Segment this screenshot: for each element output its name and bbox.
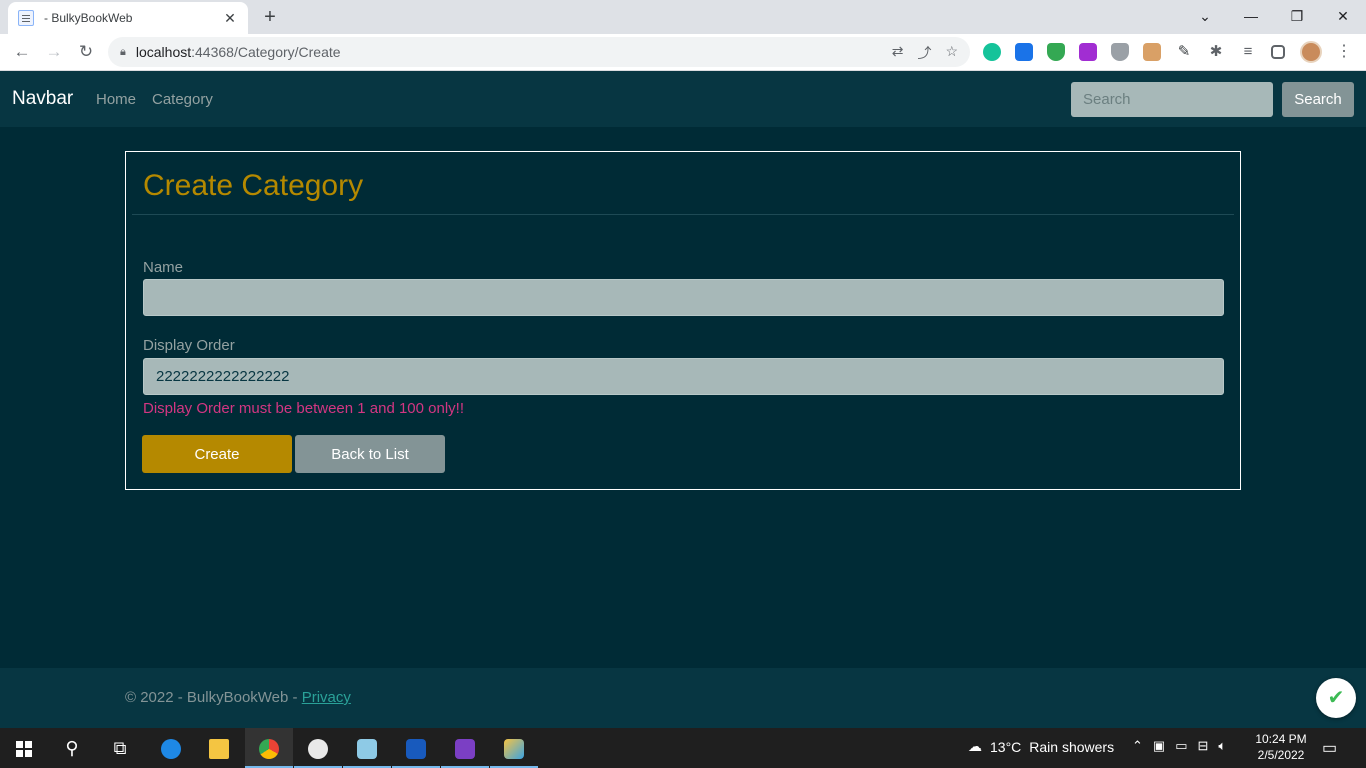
profile-avatar[interactable] xyxy=(1300,41,1322,63)
bookmark-star-icon[interactable]: ☆ xyxy=(945,43,958,63)
snipping-tool-icon[interactable] xyxy=(490,728,538,768)
weather-description: Rain showers xyxy=(1029,738,1115,755)
maximize-button[interactable]: ❐ xyxy=(1274,0,1320,34)
share-icon[interactable]: ⤴ xyxy=(917,43,931,63)
windows-taskbar: ⚲ ⧉ ☁ 13°C Rain showers ⌃ ▣ ▭ ⊟ 🔈︎ 10:24… xyxy=(0,728,1366,768)
footer-text: © 2022 - BulkyBookWeb - Privacy xyxy=(125,689,351,706)
site-footer: © 2022 - BulkyBookWeb - Privacy xyxy=(0,668,1366,728)
address-bar[interactable]: 🔒︎ localhost:44368/Category/Create ⇄ ⤴ ☆ xyxy=(108,37,970,67)
security-shield-icon[interactable]: ✔ xyxy=(1316,678,1356,718)
site-navbar: Navbar Home Category Search xyxy=(0,71,1366,127)
notes-app-icon[interactable] xyxy=(343,728,391,768)
edge-browser-icon[interactable] xyxy=(147,728,195,768)
browser-toolbar: ← → ↻ 🔒︎ localhost:44368/Category/Create… xyxy=(0,34,1366,71)
extensions-puzzle-icon[interactable]: ✱ xyxy=(1207,43,1225,61)
name-label: Name xyxy=(143,259,184,276)
navbar-brand[interactable]: Navbar xyxy=(12,88,73,110)
page-icon xyxy=(18,10,34,26)
shield-extension-icon[interactable] xyxy=(1111,43,1129,61)
nav-link-category[interactable]: Category xyxy=(152,91,213,108)
network-icon[interactable]: ⊟ xyxy=(1198,738,1209,754)
lock-icon[interactable]: 🔒︎ xyxy=(120,46,126,59)
media-queue-icon[interactable]: ≡ xyxy=(1239,43,1257,61)
browser-tab[interactable]: - BulkyBookWeb ✕ xyxy=(8,2,248,34)
cloud-rain-icon: ☁ xyxy=(968,738,982,754)
chevron-up-icon[interactable]: ⌃ xyxy=(1132,738,1143,754)
word-app-icon[interactable] xyxy=(392,728,440,768)
windows-start-icon[interactable] xyxy=(0,728,48,768)
privacy-link[interactable]: Privacy xyxy=(302,689,351,706)
browser-tabstrip: - BulkyBookWeb ✕ + ⌄ — ❐ ✕ xyxy=(0,0,1366,34)
screen-capture-extension-icon[interactable] xyxy=(1015,43,1033,61)
display-order-validation-error: Display Order must be between 1 and 100 … xyxy=(143,400,465,417)
back-arrow-icon[interactable]: ← xyxy=(10,40,34,64)
hammer-extension-icon[interactable] xyxy=(1143,43,1161,61)
back-to-list-button[interactable]: Back to List xyxy=(295,435,445,473)
new-tab-button[interactable]: + xyxy=(258,6,282,28)
side-panel-icon[interactable] xyxy=(1271,45,1285,59)
url-host: localhost xyxy=(135,44,192,60)
title-divider xyxy=(132,214,1234,215)
meet-now-icon[interactable]: ▣ xyxy=(1153,738,1165,754)
weather-widget[interactable]: ☁ 13°C Rain showers xyxy=(968,738,1114,755)
taskbar-clock[interactable]: 10:24 PM 2/5/2022 xyxy=(1252,731,1310,763)
visual-studio-icon[interactable] xyxy=(441,728,489,768)
eyedropper-extension-icon[interactable]: ✎ xyxy=(1175,43,1193,61)
clock-date: 2/5/2022 xyxy=(1257,748,1305,762)
nav-link-home[interactable]: Home xyxy=(96,91,136,108)
display-order-input[interactable] xyxy=(143,358,1224,395)
reload-icon[interactable]: ↻ xyxy=(74,40,98,64)
file-explorer-icon[interactable] xyxy=(195,728,243,768)
adblock-shield-extension-icon[interactable] xyxy=(1047,43,1065,61)
create-category-form: Create Category Name Display Order Displ… xyxy=(125,151,1241,490)
copyright-text: © 2022 - BulkyBookWeb - xyxy=(125,689,302,706)
task-view-icon[interactable]: ⧉ xyxy=(96,728,144,768)
browser-menu-icon[interactable]: ⋮ xyxy=(1336,41,1352,61)
close-window-button[interactable]: ✕ xyxy=(1320,0,1366,34)
tab-title: - BulkyBookWeb xyxy=(44,11,133,25)
chrome-browser-icon[interactable] xyxy=(245,728,293,768)
url-path: :44368/Category/Create xyxy=(191,44,341,60)
notification-center-icon[interactable]: ▭ xyxy=(1322,738,1337,758)
weather-temperature: 13°C xyxy=(990,738,1022,755)
tab-search-icon[interactable]: ⌄ xyxy=(1182,0,1228,34)
clock-time: 10:24 PM xyxy=(1255,732,1307,746)
minimize-button[interactable]: — xyxy=(1228,0,1274,34)
name-input[interactable] xyxy=(143,279,1224,316)
taskbar-search-icon[interactable]: ⚲ xyxy=(48,728,96,768)
create-button[interactable]: Create xyxy=(142,435,292,473)
page-title: Create Category xyxy=(143,169,364,202)
battery-icon[interactable]: ▭ xyxy=(1175,738,1187,754)
grammarly-extension-icon[interactable] xyxy=(983,43,1001,61)
system-tray: ⌃ ▣ ▭ ⊟ 🔈︎ xyxy=(1132,738,1226,754)
search-input[interactable] xyxy=(1071,82,1273,117)
close-tab-icon[interactable]: ✕ xyxy=(222,10,238,27)
forward-arrow-icon[interactable]: → xyxy=(42,40,66,64)
rp-extension-icon[interactable] xyxy=(1079,43,1097,61)
translate-icon[interactable]: ⇄ xyxy=(892,43,904,63)
display-order-label: Display Order xyxy=(143,337,235,354)
search-button[interactable]: Search xyxy=(1282,82,1354,117)
volume-icon[interactable]: 🔈︎ xyxy=(1218,738,1226,754)
paint-app-icon[interactable] xyxy=(294,728,342,768)
